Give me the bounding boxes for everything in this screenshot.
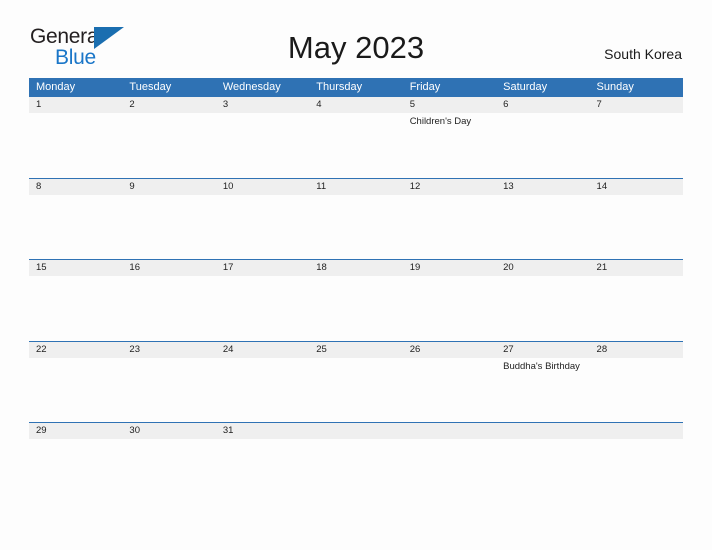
day-cell[interactable]	[309, 195, 402, 259]
day-number[interactable]: 31	[216, 423, 309, 439]
day-number[interactable]: 12	[403, 179, 496, 195]
day-number[interactable]: 20	[496, 260, 589, 276]
day-cell[interactable]	[216, 358, 309, 422]
day-number-strip: 29 30 31	[29, 423, 683, 439]
week-row: 22 23 24 25 26 27 28 Buddha's Birthday	[29, 340, 683, 423]
holiday-event: Buddha's Birthday	[503, 360, 580, 372]
day-number[interactable]: 23	[122, 342, 215, 358]
day-number[interactable]: 8	[29, 179, 122, 195]
weekday-header-row: Monday Tuesday Wednesday Thursday Friday Satu…	[29, 78, 683, 97]
day-number[interactable]	[309, 423, 402, 439]
day-number[interactable]: 29	[29, 423, 122, 439]
day-cell[interactable]	[496, 195, 589, 259]
day-number[interactable]: 19	[403, 260, 496, 276]
day-body-strip	[29, 276, 683, 340]
region-label: South Korea	[604, 46, 682, 62]
day-cell[interactable]	[496, 276, 589, 340]
calendar-grid: Monday Tuesday Wednesday Thursday Friday Satu…	[29, 78, 683, 504]
day-cell[interactable]	[590, 276, 683, 340]
weekday-header-monday: Monday	[36, 81, 76, 93]
day-number[interactable]: 26	[403, 342, 496, 358]
day-number[interactable]: 30	[122, 423, 215, 439]
day-cell[interactable]	[590, 358, 683, 422]
day-number[interactable]: 18	[309, 260, 402, 276]
day-cell[interactable]	[122, 439, 215, 503]
day-number[interactable]: 21	[590, 260, 683, 276]
week-row: 15 16 17 18 19 20 21	[29, 259, 683, 341]
weekday-header-thursday: Thursday	[316, 81, 363, 93]
day-cell[interactable]	[590, 439, 683, 503]
day-number[interactable]: 15	[29, 260, 122, 276]
day-cell[interactable]	[590, 113, 683, 177]
day-cell[interactable]	[122, 113, 215, 177]
week-row: 1 2 3 4 5 6 7 Children's Day	[29, 97, 683, 178]
day-cell[interactable]	[122, 195, 215, 259]
day-cell[interactable]	[29, 195, 122, 259]
day-cell[interactable]	[309, 113, 402, 177]
day-cell[interactable]	[309, 439, 402, 503]
day-body-strip	[29, 439, 683, 503]
day-number[interactable]: 27	[496, 342, 589, 358]
day-cell[interactable]	[403, 439, 496, 503]
weekday-header-wednesday: Wednesday	[222, 81, 281, 93]
day-cell[interactable]	[122, 358, 215, 422]
day-number[interactable]: 2	[122, 97, 215, 113]
day-number[interactable]: 22	[29, 342, 122, 358]
day-cell[interactable]	[403, 276, 496, 340]
day-number[interactable]: 5	[403, 97, 496, 113]
day-cell[interactable]	[216, 439, 309, 503]
day-cell[interactable]	[29, 439, 122, 503]
day-cell[interactable]	[216, 195, 309, 259]
day-number[interactable]: 3	[216, 97, 309, 113]
day-cell[interactable]	[29, 113, 122, 177]
day-number[interactable]: 28	[590, 342, 683, 358]
day-cell[interactable]	[309, 276, 402, 340]
weekday-header-sunday: Sunday	[596, 81, 634, 93]
weeks-container: 1 2 3 4 5 6 7 Children's Day 8 9 10 11 12 13 14 15 16 17 1…	[29, 97, 683, 504]
day-cell[interactable]	[403, 195, 496, 259]
day-cell[interactable]	[29, 276, 122, 340]
day-cell[interactable]	[29, 358, 122, 422]
day-number[interactable]	[403, 423, 496, 439]
page-header: General Blue May 2023 South Korea	[0, 0, 712, 69]
day-cell[interactable]: Children's Day	[403, 113, 496, 177]
day-number[interactable]: 9	[122, 179, 215, 195]
day-cell[interactable]	[496, 439, 589, 503]
day-number-strip: 22 23 24 25 26 27 28	[29, 341, 683, 358]
day-number[interactable]: 11	[309, 179, 402, 195]
day-number[interactable]: 1	[29, 97, 122, 113]
day-number-strip: 8 9 10 11 12 13 14	[29, 178, 683, 195]
day-number[interactable]: 6	[496, 97, 589, 113]
day-cell[interactable]	[309, 358, 402, 422]
weekday-header-saturday: Saturday	[503, 81, 548, 93]
day-number-strip: 15 16 17 18 19 20 21	[29, 260, 683, 276]
day-number[interactable]: 16	[122, 260, 215, 276]
holiday-event: Children's Day	[409, 116, 472, 127]
day-number[interactable]: 24	[216, 342, 309, 358]
day-cell[interactable]	[122, 276, 215, 340]
day-body-strip: Buddha's Birthday	[29, 357, 683, 422]
day-number[interactable]: 17	[216, 260, 309, 276]
day-number[interactable]: 4	[309, 97, 402, 113]
day-number-strip: 1234567	[29, 97, 683, 113]
day-number[interactable]: 13	[496, 179, 589, 195]
day-body-strip	[29, 194, 683, 259]
week-row: 8 9 10 11 12 13 14	[29, 177, 683, 260]
day-cell[interactable]	[216, 113, 309, 177]
day-cell[interactable]	[403, 358, 496, 422]
weekday-header-friday: Friday	[409, 81, 441, 93]
day-number[interactable]	[590, 423, 683, 439]
day-cell[interactable]: Buddha's Birthday	[496, 358, 589, 422]
week-row: 29 30 31	[29, 422, 683, 504]
day-number[interactable]: 14	[590, 179, 683, 195]
day-number[interactable]: 7	[590, 97, 683, 113]
day-number[interactable]: 25	[309, 342, 402, 358]
weekday-header-tuesday: Tuesday	[129, 81, 172, 93]
day-number[interactable]	[496, 423, 589, 439]
day-cell[interactable]	[590, 195, 683, 259]
day-cell[interactable]	[496, 113, 589, 177]
day-body-strip: Children's Day	[29, 113, 683, 177]
day-cell[interactable]	[216, 276, 309, 340]
day-number[interactable]: 10	[216, 179, 309, 195]
